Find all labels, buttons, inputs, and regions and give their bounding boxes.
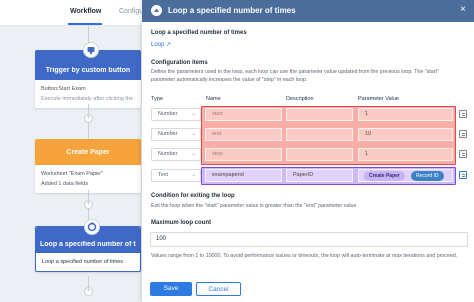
param-description-input[interactable] [286,108,353,121]
param-value-input[interactable]: 1 [358,108,453,121]
param-value-input[interactable]: 10 [358,128,453,141]
node-trigger-card[interactable]: Trigger by custom button Button:Start Ex… [35,42,141,108]
add-node-icon[interactable]: + [84,287,93,296]
column-header-name: Name [206,96,221,102]
external-link-icon[interactable]: ↗ [166,42,171,48]
param-name-input[interactable]: exampaperid [205,169,282,182]
panel-heading: Loop a specified number of times [151,30,247,36]
exit-condition-desc: Exit the loop when the "start" parameter… [151,203,357,209]
node-trigger-description: Execute immediately after clicking the b… [41,96,135,102]
config-items-desc-2: parameter automatically increases the va… [151,77,308,83]
loop-icon [151,5,162,16]
param-type-select[interactable]: Number ⌄ [151,108,201,121]
column-header-description: Description [286,96,314,102]
column-header-type: Type [151,96,163,102]
node-create-paper-header: Create Paper [35,139,141,165]
param-type-select[interactable]: Number ⌄ [151,128,201,141]
param-value-input[interactable]: 1 [358,148,453,161]
save-button[interactable]: Save [150,282,192,296]
node-loop-body: Loop a specified number of times [42,259,124,265]
record-id-chip: Record ID [411,171,444,181]
node-create-paper-worksheet: Worksheet "Exam Paper" [41,171,103,177]
node-trigger-button: Button:Start Exam [41,86,86,92]
edit-icon[interactable] [459,110,467,118]
chevron-down-icon: ⌄ [191,151,196,157]
panel-title: Loop a specified number of times [168,6,296,15]
param-type-select[interactable]: Text ⌄ [151,169,201,182]
chevron-down-icon: ⌄ [191,111,196,117]
edit-icon[interactable] [459,150,467,158]
node-loop-card[interactable]: Loop a specified number of times Loop a … [35,219,141,272]
config-items-title: Configuration items [151,60,208,66]
chevron-down-icon: ⌄ [191,172,196,178]
param-name-input[interactable]: start [205,108,282,121]
exit-condition-title: Condition for exiting the loop [151,193,235,199]
edit-icon[interactable] [459,171,467,179]
node-create-paper-fields: Added 1 data fields [41,181,89,187]
edit-icon[interactable] [459,130,467,138]
cancel-button[interactable]: Cancel [196,282,241,296]
create-paper-chip: Create Paper [364,171,405,181]
node-loop-title: Loop a specified number of times [40,241,136,248]
column-header-value: Parameter Value [358,96,399,102]
loop-link-label[interactable]: Loop [151,42,164,48]
max-loop-desc: Values range from 1 to 10000. To avoid p… [151,253,458,259]
node-create-paper-card[interactable]: Create Paper Worksheet "Exam Paper" Adde… [35,139,141,193]
top-tab-bar: Workflow Configurations [0,0,164,26]
chevron-down-icon: ⌄ [191,131,196,137]
node-trigger-title: Trigger by custom button [45,67,131,74]
loop-link[interactable]: Loop ↗ [151,41,171,48]
close-icon[interactable]: × [460,4,466,15]
panel-header: Loop a specified number of times × [142,0,474,22]
workflow-canvas: Workflow Configurations Trigger by custo… [0,0,164,302]
max-loop-title: Maximum loop count [151,220,211,226]
node-loop-header: Loop a specified number of times [36,219,140,253]
max-loop-count-input[interactable]: 100 [150,232,468,247]
param-type-select[interactable]: Number ⌄ [151,148,201,161]
loop-icon [84,219,100,235]
param-name-input[interactable]: end [205,128,282,141]
param-description-input[interactable] [286,148,353,161]
param-description-input[interactable] [286,128,353,141]
param-description-input[interactable]: PaperID [286,169,353,182]
tab-workflow[interactable]: Workflow [70,8,101,15]
node-create-paper-title: Create Paper [66,149,110,156]
node-trigger-header: Trigger by custom button [35,42,141,80]
param-name-input[interactable]: step [205,148,282,161]
add-node-icon[interactable]: + [84,200,93,209]
active-tab-indicator [68,23,102,25]
add-node-icon[interactable]: + [84,114,93,123]
button-trigger-icon [83,42,99,58]
